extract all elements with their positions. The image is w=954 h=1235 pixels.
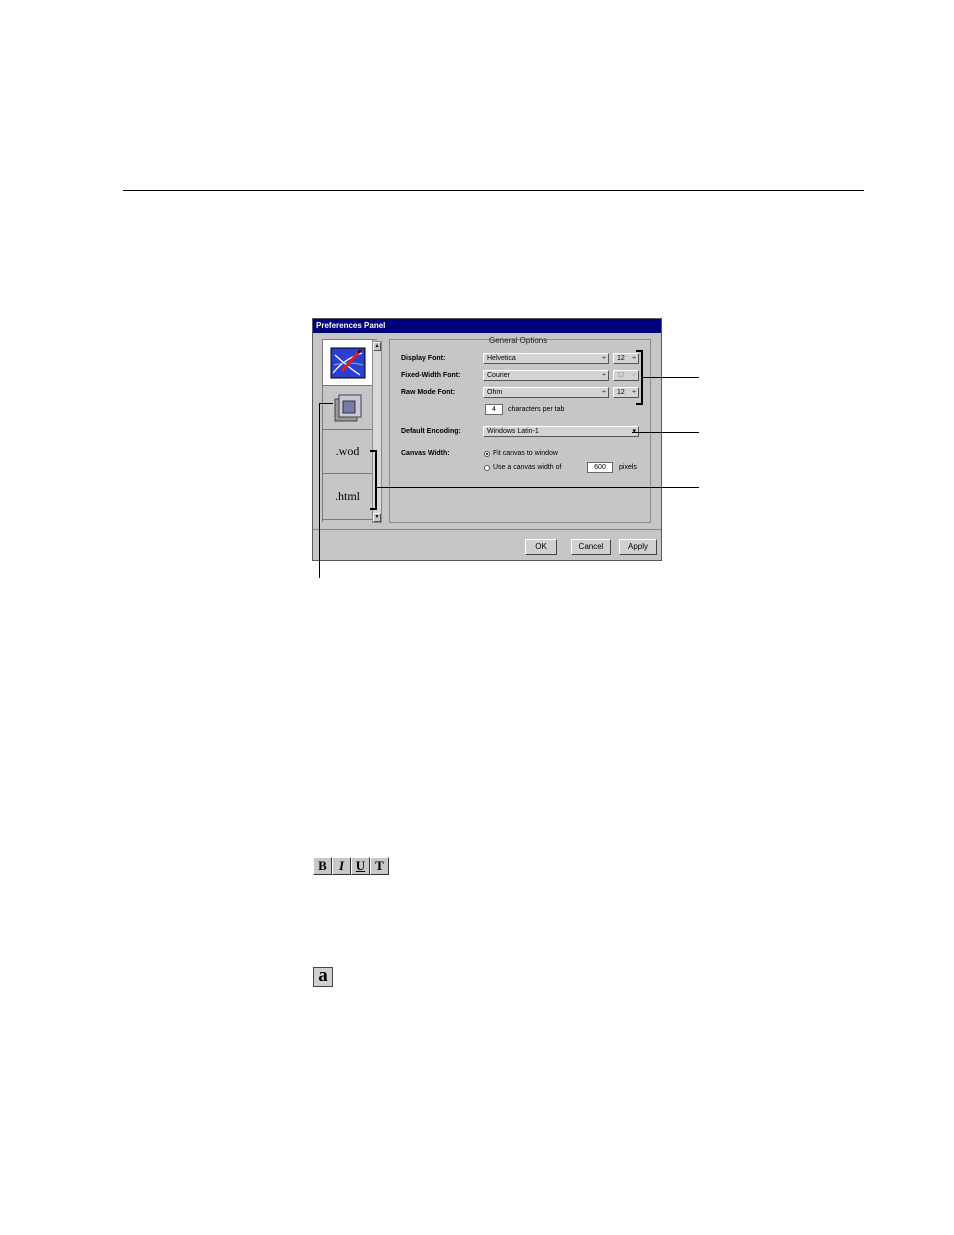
fit-canvas-radio[interactable]	[484, 451, 490, 457]
display-font-select[interactable]: Helvetica ÷	[483, 353, 609, 364]
sidebar-icon-callout-tick	[319, 403, 333, 404]
encoding-callout-line	[632, 432, 699, 433]
fixed-width-font-select[interactable]: Courier ÷	[483, 370, 609, 381]
fit-canvas-label: Fit canvas to window	[493, 450, 558, 457]
font-settings-callout-line	[643, 377, 699, 378]
cancel-button[interactable]: Cancel	[571, 539, 611, 555]
raw-mode-font-label: Raw Mode Font:	[401, 389, 456, 396]
raw-mode-font-value: Ohm	[487, 389, 503, 396]
ok-button[interactable]: OK	[525, 539, 557, 555]
apply-button[interactable]: Apply	[619, 539, 657, 555]
canvas-width-suffix: pixels	[619, 464, 637, 471]
sidebar-icon-callout-line	[319, 403, 320, 578]
default-encoding-select[interactable]: Windows Latin-1 ▾	[483, 426, 639, 437]
window-title: Preferences Panel	[313, 319, 661, 333]
sidebar-item-wod[interactable]: .wod	[323, 430, 373, 474]
select-arrow-icon: ÷	[602, 389, 606, 396]
sidebar-item-html[interactable]: .html	[323, 474, 373, 520]
fixed-width-font-value: Courier	[487, 372, 510, 379]
horizontal-rule	[123, 190, 864, 191]
italic-button[interactable]: I	[332, 857, 351, 875]
scroll-down-arrow-icon[interactable]: ▼	[373, 513, 381, 522]
display-font-label: Display Font:	[401, 355, 446, 362]
footer-divider	[313, 529, 661, 530]
sidebar-callout-line	[377, 487, 699, 488]
sidebar-item-layers[interactable]	[323, 386, 373, 430]
select-arrow-icon: ÷	[602, 372, 606, 379]
default-encoding-label: Default Encoding:	[401, 428, 461, 435]
teletype-button[interactable]: T	[370, 857, 389, 875]
preferences-sidebar: .wod .html	[322, 339, 377, 522]
display-font-value: Helvetica	[487, 355, 516, 362]
scroll-up-arrow-icon[interactable]: ▲	[373, 342, 381, 351]
canvas-width-field[interactable]: 600	[587, 462, 613, 473]
general-options-title: General Options	[489, 336, 548, 345]
layers-icon	[334, 394, 361, 421]
sidebar-item-general[interactable]	[323, 340, 373, 386]
fixed-width-font-label: Fixed-Width Font:	[401, 372, 461, 379]
select-arrow-icon: ÷	[602, 355, 606, 362]
raw-mode-font-select[interactable]: Ohm ÷	[483, 387, 609, 398]
general-options-icon	[330, 347, 365, 378]
tab-width-suffix: characters per tab	[508, 406, 565, 413]
preferences-window: Preferences Panel .wod .html ▲ ▼ General…	[312, 318, 662, 561]
display-font-size-value: 12	[617, 355, 625, 362]
tab-width-field[interactable]: 4	[485, 404, 503, 415]
font-settings-bracket	[636, 350, 643, 405]
text-style-toolbar: B I U T	[313, 857, 389, 875]
bold-button[interactable]: B	[313, 857, 332, 875]
canvas-width-label: Canvas Width:	[401, 450, 450, 457]
character-style-button[interactable]: a	[313, 966, 333, 987]
underline-button[interactable]: U	[351, 857, 370, 875]
default-encoding-value: Windows Latin-1	[487, 428, 539, 435]
custom-width-label: Use a canvas width of	[493, 464, 562, 471]
raw-mode-font-size-value: 12	[617, 389, 625, 396]
custom-width-radio[interactable]	[484, 465, 490, 471]
fixed-width-font-size-value: 12	[617, 372, 625, 379]
sidebar-bracket	[370, 450, 377, 510]
